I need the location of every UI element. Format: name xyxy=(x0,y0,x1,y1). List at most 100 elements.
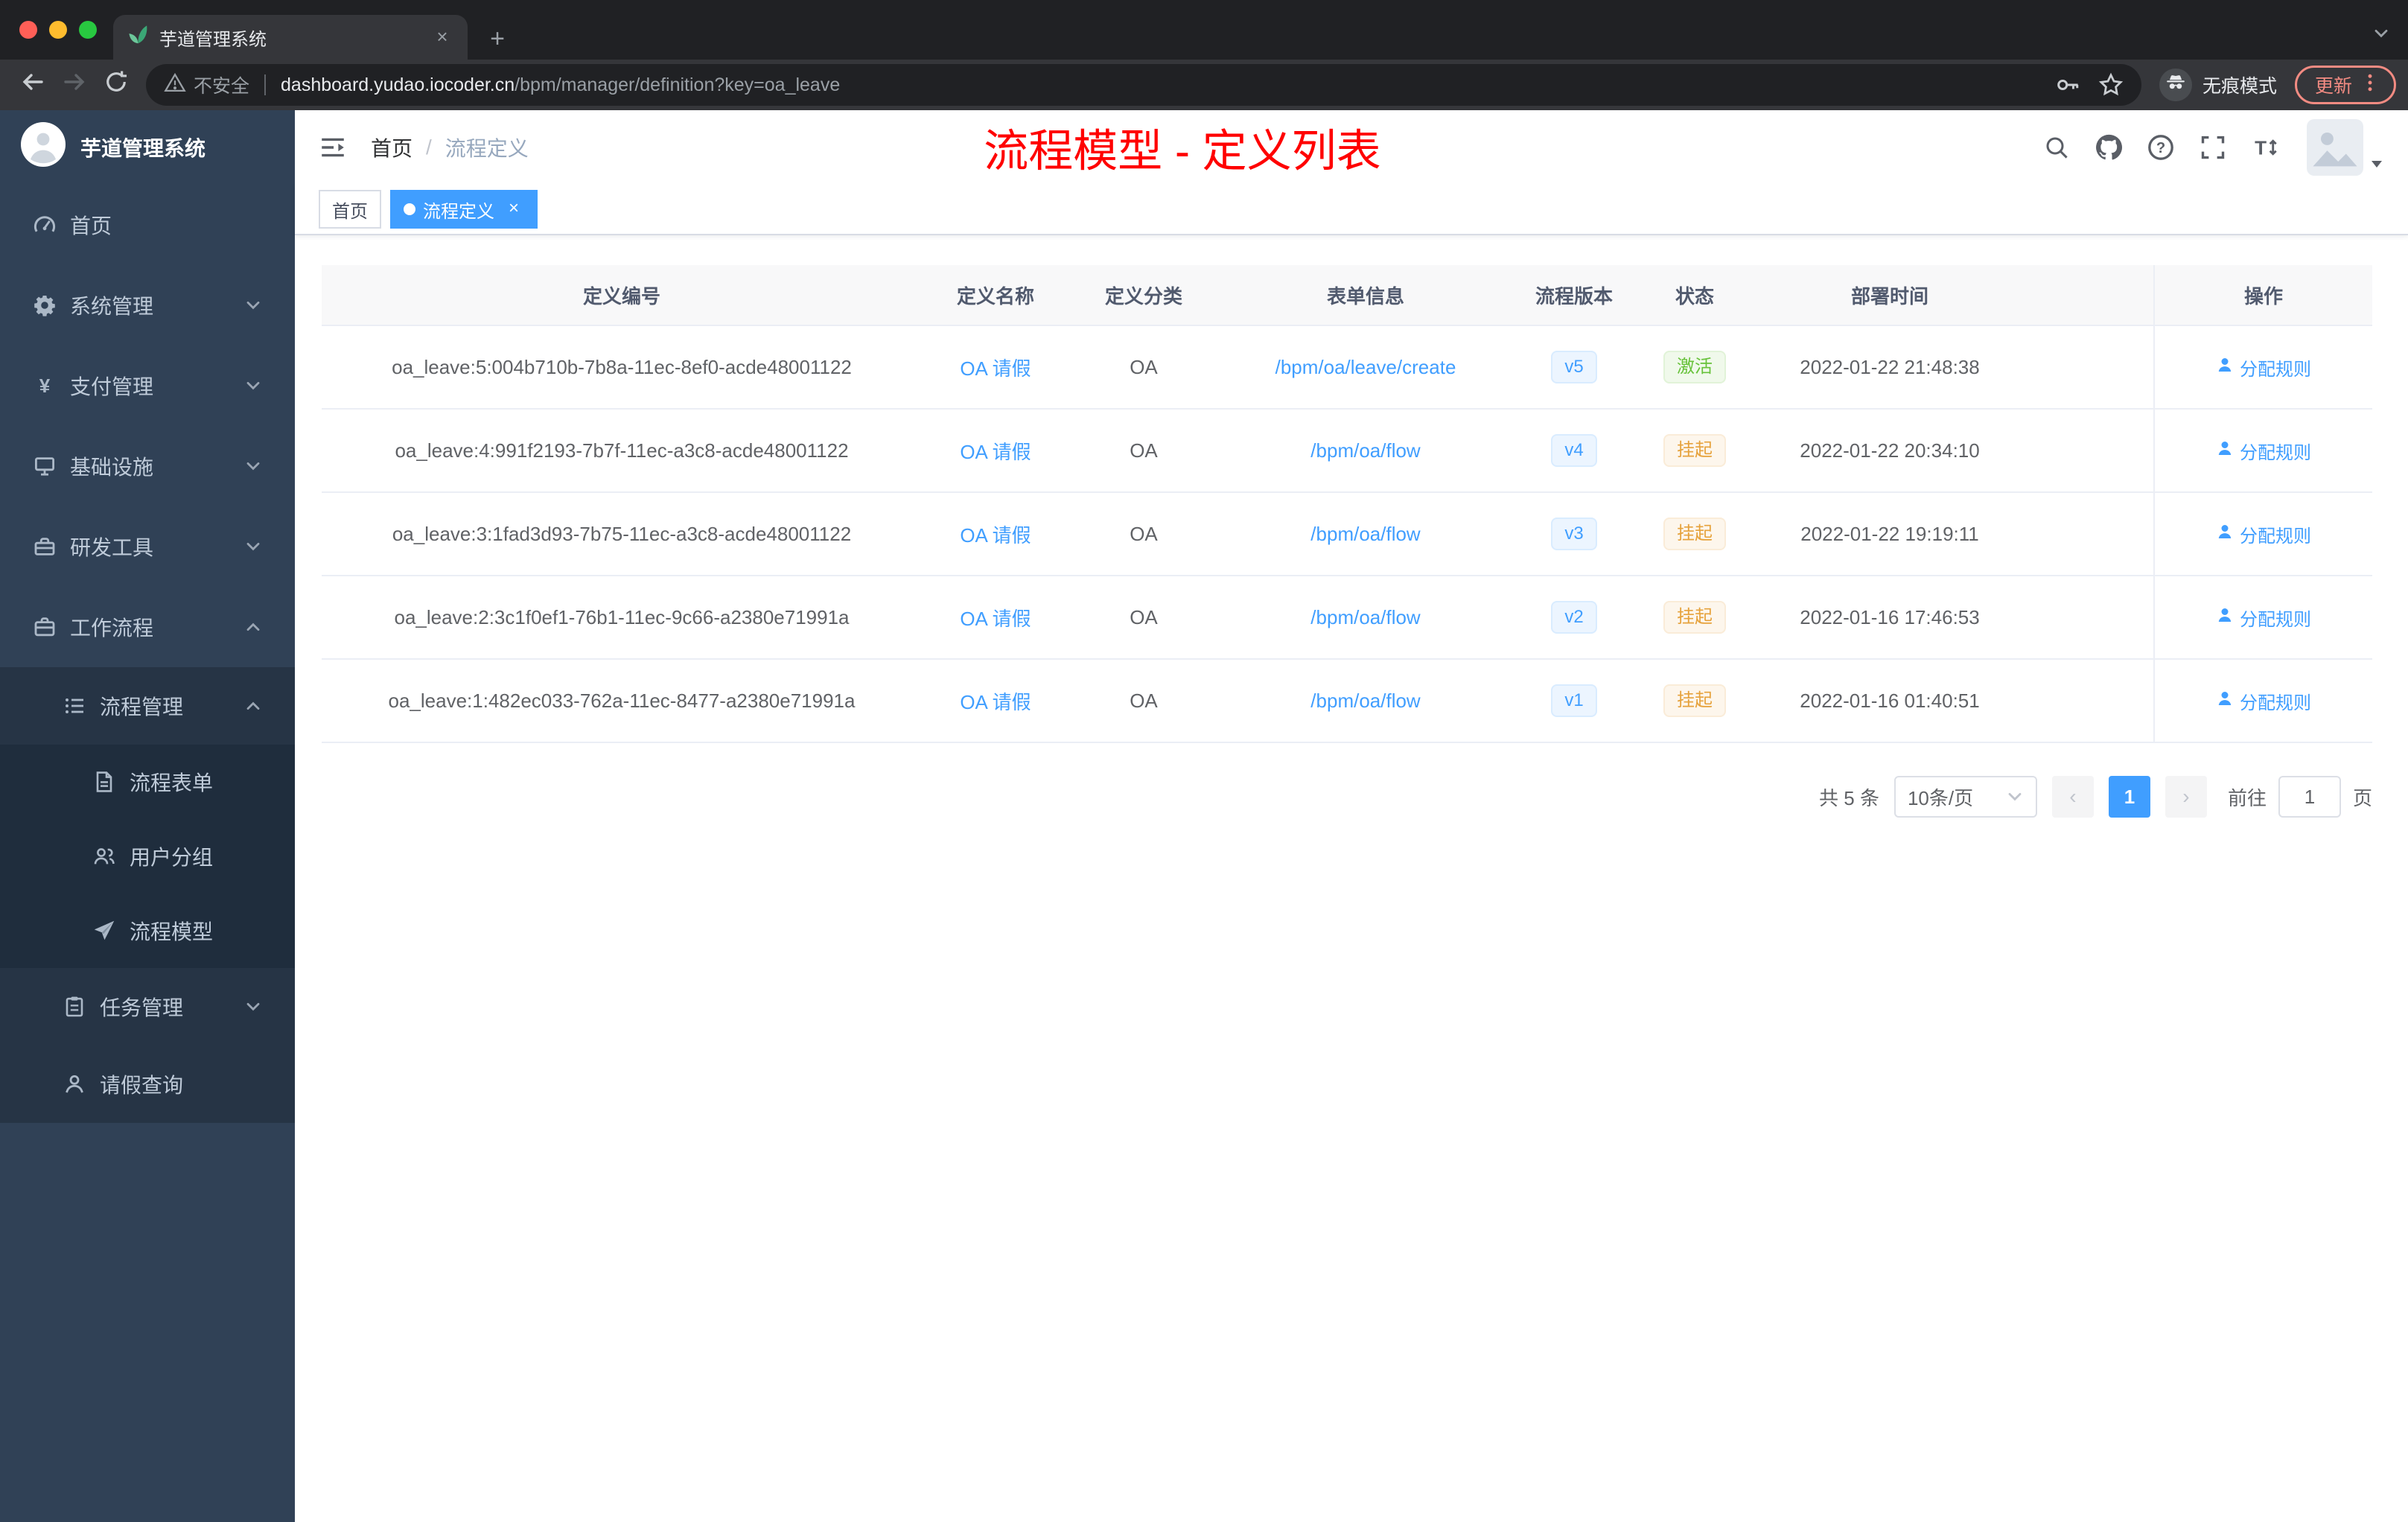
pagination-total: 共 5 条 xyxy=(1819,786,1879,809)
breadcrumb: 首页 / 流程定义 xyxy=(371,133,529,162)
assign-rule-link[interactable]: 分配规则 xyxy=(2216,354,2311,380)
bookmark-star-icon[interactable] xyxy=(2098,72,2124,98)
font-size-icon[interactable]: T xyxy=(2246,128,2284,167)
definition-name-link[interactable]: OA 请假 xyxy=(960,520,1031,548)
address-bar[interactable]: 不安全 dashboard.yudao.iocoder.cn /bpm/mana… xyxy=(146,64,2141,106)
version-badge: v5 xyxy=(1551,351,1597,383)
sidebar-item-label: 研发工具 xyxy=(70,536,154,559)
sidebar-menu: 首页 系统管理 ¥ 支付管理 基础设施研发工具工作流程 流程管理流程表单用户分组 流程模型任… xyxy=(0,185,295,1123)
browser-tab[interactable]: 芋道管理系统 × xyxy=(113,15,468,60)
back-button[interactable] xyxy=(12,64,54,106)
sidebar-item-6[interactable]: 流程管理 xyxy=(0,667,295,745)
app-header: 首页 / 流程定义 流程模型 - 定义列表 ? T xyxy=(295,110,2408,185)
tag-0[interactable]: 首页 xyxy=(319,190,381,229)
status-cell: 激活 xyxy=(1635,326,1754,408)
new-tab-button[interactable]: + xyxy=(480,21,515,57)
definition-name-link[interactable]: OA 请假 xyxy=(960,687,1031,715)
table-header-row: 定义编号 定义名称 定义分类 表单信息 流程版本 状态 部署时间 操作 xyxy=(322,265,2372,326)
update-label: 更新 xyxy=(2314,76,2352,97)
definition-name-link[interactable]: OA 请假 xyxy=(960,354,1031,381)
goto-unit: 页 xyxy=(2352,786,2372,809)
sidebar-item-11[interactable]: 请假查询 xyxy=(0,1045,295,1123)
reload-button[interactable] xyxy=(95,64,137,106)
tag-close-icon[interactable]: × xyxy=(503,199,524,220)
definition-name-cell: OA 请假 xyxy=(922,493,1069,575)
form-info-cell: /bpm/oa/flow xyxy=(1218,576,1513,658)
minimize-window-button[interactable] xyxy=(49,21,67,39)
sidebar-item-3[interactable]: 基础设施 xyxy=(0,426,295,506)
sidebar-item-9[interactable]: 流程模型 xyxy=(0,894,295,968)
status-badge: 挂起 xyxy=(1663,434,1726,467)
assign-rule-link[interactable]: 分配规则 xyxy=(2216,688,2311,714)
not-secure-label[interactable]: 不安全 xyxy=(194,71,249,98)
user-avatar-menu[interactable] xyxy=(2307,119,2384,176)
row-filler xyxy=(2025,326,2153,408)
breadcrumb-home[interactable]: 首页 xyxy=(371,133,413,162)
form-link[interactable]: /bpm/oa/leave/create xyxy=(1275,356,1456,379)
form-link[interactable]: /bpm/oa/flow xyxy=(1310,606,1420,629)
operation-cell: 分配规则 xyxy=(2153,493,2372,575)
assign-rule-link[interactable]: 分配规则 xyxy=(2216,438,2311,464)
app-logo-row[interactable]: 芋道管理系统 xyxy=(0,110,295,185)
window-controls[interactable] xyxy=(19,21,97,39)
chrome-update-button[interactable]: 更新 xyxy=(2294,66,2396,104)
column-header: 定义分类 xyxy=(1104,284,1182,308)
form-link[interactable]: /bpm/oa/flow xyxy=(1310,523,1420,546)
form-link[interactable]: /bpm/oa/flow xyxy=(1310,690,1420,713)
table-row: oa_leave:2:3c1f0ef1-76b1-11ec-9c66-a2380… xyxy=(322,576,2372,660)
deploy-time: 2022-01-22 19:19:11 xyxy=(1800,522,1979,545)
definition-id: oa_leave:4:991f2193-7b7f-11ec-a3c8-acde4… xyxy=(395,439,849,462)
sidebar-item-1[interactable]: 系统管理 xyxy=(0,265,295,346)
browser-menu-dots-icon[interactable] xyxy=(2360,72,2380,98)
version-cell: v2 xyxy=(1513,576,1635,658)
goto-page-input[interactable] xyxy=(2278,776,2341,818)
incognito-icon xyxy=(2165,71,2187,99)
tab-search-chevron-icon[interactable] xyxy=(2372,21,2390,48)
search-icon[interactable] xyxy=(2037,128,2076,167)
definition-name-cell: OA 请假 xyxy=(922,326,1069,408)
row-filler xyxy=(2025,410,2153,491)
app-title: 芋道管理系统 xyxy=(80,137,206,160)
page-number-button[interactable]: 1 xyxy=(2108,776,2150,818)
version-cell: v1 xyxy=(1513,660,1635,742)
avatar-caret-down-icon xyxy=(2369,156,2384,171)
definition-category: OA xyxy=(1130,522,1158,545)
sidebar-item-10[interactable]: 任务管理 xyxy=(0,968,295,1045)
password-key-icon[interactable] xyxy=(2055,72,2080,98)
sidebar-item-4[interactable]: 研发工具 xyxy=(0,506,295,587)
server-icon xyxy=(33,454,57,478)
fullscreen-icon[interactable] xyxy=(2194,128,2232,167)
not-secure-warning-icon xyxy=(164,71,186,99)
sidebar-item-8[interactable]: 用户分组 xyxy=(0,819,295,894)
sidebar-item-label: 流程表单 xyxy=(130,771,214,795)
breadcrumb-current: 流程定义 xyxy=(445,137,529,160)
page-size-select[interactable]: 10条/页 xyxy=(1893,776,2037,818)
status-badge: 激活 xyxy=(1663,351,1726,383)
sidebar-item-2[interactable]: ¥ 支付管理 xyxy=(0,346,295,426)
zoom-window-button[interactable] xyxy=(79,21,97,39)
definition-name-link[interactable]: OA 请假 xyxy=(960,604,1031,631)
sidebar-toggle-button[interactable] xyxy=(319,133,347,162)
operation-cell: 分配规则 xyxy=(2153,576,2372,658)
help-icon[interactable]: ? xyxy=(2141,128,2180,167)
next-page-button[interactable]: › xyxy=(2165,776,2207,818)
user-fill-icon xyxy=(2216,606,2234,629)
assign-rule-link[interactable]: 分配规则 xyxy=(2216,521,2311,547)
goto-label: 前往 xyxy=(2227,786,2267,809)
github-icon[interactable] xyxy=(2089,128,2128,167)
close-window-button[interactable] xyxy=(19,21,37,39)
assign-rule-link[interactable]: 分配规则 xyxy=(2216,605,2311,631)
sidebar-item-5[interactable]: 工作流程 xyxy=(0,587,295,667)
prev-page-button[interactable]: ‹ xyxy=(2051,776,2094,818)
tag-1[interactable]: 流程定义 × xyxy=(390,190,538,229)
sidebar-item-0[interactable]: 首页 xyxy=(0,185,295,265)
sidebar-item-7[interactable]: 流程表单 xyxy=(0,745,295,819)
forward-button[interactable] xyxy=(54,64,95,106)
definition-name-link[interactable]: OA 请假 xyxy=(960,437,1031,465)
user-fill-icon xyxy=(2216,523,2234,546)
form-link[interactable]: /bpm/oa/flow xyxy=(1310,439,1420,462)
browser-tab-bar: 芋道管理系统 × + xyxy=(0,0,2408,60)
tab-close-icon[interactable]: × xyxy=(430,25,454,49)
avatar[interactable] xyxy=(2307,119,2363,176)
column-header: 状态 xyxy=(1675,284,1714,308)
